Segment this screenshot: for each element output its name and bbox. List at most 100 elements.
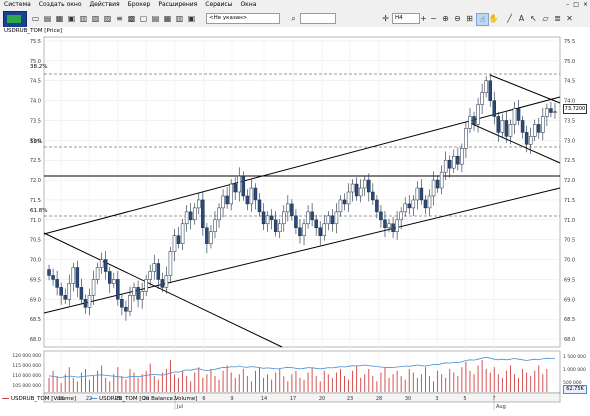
candle-body xyxy=(504,120,509,137)
news-icon[interactable]: ▢ xyxy=(138,13,149,24)
calc-icon[interactable]: ▩ xyxy=(126,13,137,24)
volume-legend: USDRUB_TOM [Volume] USDRUB_TOM [On Balan… xyxy=(2,396,197,402)
candle-body xyxy=(168,251,173,276)
zoom-fit-icon[interactable]: ⊞ xyxy=(464,13,475,24)
candle-body xyxy=(500,120,505,133)
app-logo xyxy=(3,11,27,28)
save-icon[interactable]: ▦ xyxy=(54,13,65,24)
menu-new-window[interactable]: Создать окно xyxy=(35,0,86,10)
account-select[interactable]: <Не указан> xyxy=(206,13,280,24)
candlestick-chart[interactable]: 75.5 75.575.0 75.074.5 74.574.0 74.073.5 73.5… xyxy=(0,27,590,416)
portfolio-icon[interactable]: ▣ xyxy=(186,13,197,24)
candle-body xyxy=(83,299,88,308)
candle-body xyxy=(456,155,460,165)
menu-windows[interactable]: Окна xyxy=(236,0,260,10)
list-icon[interactable]: ≡ xyxy=(114,13,125,24)
candle-body xyxy=(306,211,310,225)
crosshair-icon[interactable]: ✛ xyxy=(380,13,391,24)
candle-body xyxy=(427,195,432,209)
y-tick-right: 73.0 xyxy=(564,138,575,144)
candle-body xyxy=(314,219,318,229)
candle-body xyxy=(237,175,242,193)
zoom-in-icon[interactable]: ⊕ xyxy=(440,13,451,24)
candle-body xyxy=(468,116,472,129)
candle-body xyxy=(241,175,246,197)
text-tool-icon[interactable]: A xyxy=(516,13,527,24)
menu-actions[interactable]: Действия xyxy=(85,0,123,10)
menu-extensions[interactable]: Расширения xyxy=(154,0,201,10)
candle-body xyxy=(338,199,343,213)
y-tick-left: 70.0 xyxy=(30,258,41,264)
shapes-icon[interactable]: ▱ xyxy=(540,13,551,24)
search-icon[interactable]: ⌕ xyxy=(288,13,299,24)
legend-obv[interactable]: USDRUB_TOM [On Balance Volume] xyxy=(90,396,197,402)
table-icon[interactable]: ▨ xyxy=(102,13,113,24)
menu-system[interactable]: Система xyxy=(0,0,35,10)
hand-tool-icon[interactable]: ✋ xyxy=(488,13,499,24)
candle-body xyxy=(51,275,55,280)
trades-icon[interactable]: ▦ xyxy=(162,13,173,24)
x-tick-label: 28 xyxy=(376,396,382,402)
new-doc-icon[interactable]: ▭ xyxy=(30,13,41,24)
remove-indicator-icon[interactable]: − xyxy=(428,13,439,24)
volume-tick-right: 1 500 000 xyxy=(563,354,586,360)
candle-body xyxy=(148,271,152,280)
candle-body xyxy=(375,199,379,213)
candle-body xyxy=(217,207,221,221)
candle-body xyxy=(371,191,375,201)
candle-body xyxy=(298,227,302,236)
timeframe-select[interactable]: H4 xyxy=(392,13,420,24)
fib-label-618: 61.8% xyxy=(30,208,48,214)
candle-body xyxy=(447,159,452,169)
candle-body xyxy=(330,215,335,225)
fib-tool-icon[interactable]: ≣ xyxy=(552,13,563,24)
chart-icon[interactable]: ▥ xyxy=(78,13,89,24)
candle-body xyxy=(128,295,132,312)
maximize-button[interactable]: □ xyxy=(573,0,579,10)
x-tick-label: 3 xyxy=(435,396,438,402)
candle-body xyxy=(326,215,331,225)
candle-body xyxy=(99,259,104,268)
open-icon[interactable]: ▤ xyxy=(42,13,53,24)
volume-pane-frame xyxy=(43,350,561,394)
x-tick-label: 17 xyxy=(290,396,296,402)
x-tick-label: 20 xyxy=(319,396,325,402)
grid-icon[interactable]: ▧ xyxy=(90,13,101,24)
candle-body xyxy=(47,269,51,276)
obv-value-label: 62.75K xyxy=(563,385,587,394)
candle-body xyxy=(391,223,395,232)
candle-body xyxy=(180,223,185,244)
delete-drawing-icon[interactable]: ✕ xyxy=(564,13,575,24)
menu-services[interactable]: Сервисы xyxy=(201,0,236,10)
minimize-button[interactable]: – xyxy=(566,0,569,10)
candle-body xyxy=(107,271,112,284)
month-label: Jul xyxy=(176,404,183,410)
positions-icon[interactable]: ▥ xyxy=(174,13,185,24)
y-tick-left: 68.5 xyxy=(30,317,41,323)
candle-body xyxy=(411,199,416,209)
orders-icon[interactable]: ▤ xyxy=(150,13,161,24)
candle-body xyxy=(124,307,128,312)
y-tick-right: 75.5 xyxy=(564,39,575,45)
candle-body xyxy=(184,211,189,225)
current-price-label: 73.7200 xyxy=(563,104,587,114)
y-tick-left: 75.5 xyxy=(30,39,41,45)
trendline-icon[interactable]: ╱ xyxy=(504,13,515,24)
candle-body xyxy=(342,199,347,205)
close-button[interactable]: × xyxy=(583,0,588,10)
candle-body xyxy=(358,187,363,197)
candle-body xyxy=(367,179,371,193)
legend-volume[interactable]: USDRUB_TOM [Volume] xyxy=(2,396,76,402)
print-icon[interactable]: ▣ xyxy=(66,13,77,24)
zoom-out-icon[interactable]: ⊖ xyxy=(452,13,463,24)
arrow-tool-icon[interactable]: ↖ xyxy=(528,13,539,24)
menu-broker[interactable]: Брокер xyxy=(124,0,155,10)
candle-body xyxy=(132,287,136,296)
candle-body xyxy=(136,287,140,300)
candle-body xyxy=(75,267,80,288)
grid xyxy=(43,36,561,403)
candle-body xyxy=(116,279,120,300)
search-input[interactable] xyxy=(300,13,336,24)
candle-body xyxy=(67,283,72,300)
candle-body xyxy=(354,183,359,197)
